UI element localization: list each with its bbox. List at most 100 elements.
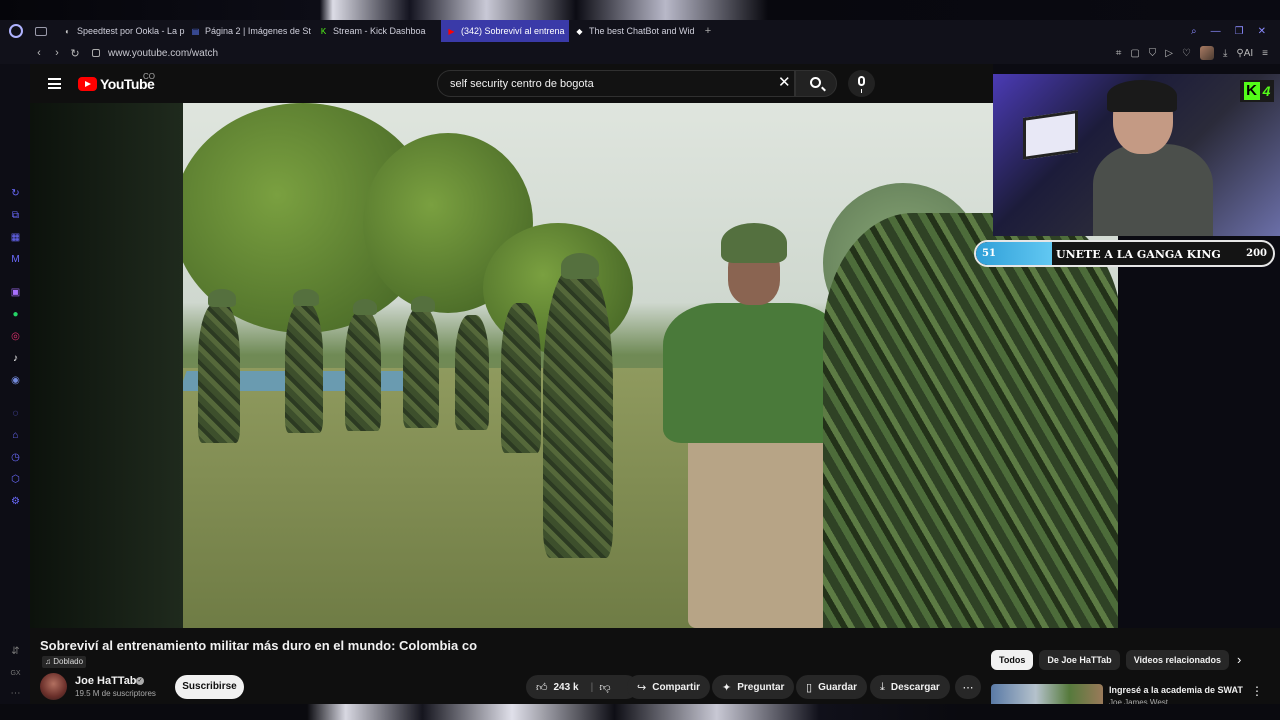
browser-tab[interactable]: K Stream - Kick Dashboa xyxy=(313,20,441,42)
related-video-title[interactable]: Ingresé a la academia de SWAT xyxy=(1109,685,1249,695)
sync-icon[interactable]: ↻ xyxy=(10,188,21,199)
channel-name[interactable]: Joe HaTTab xyxy=(75,675,137,687)
ai-label: AI xyxy=(1243,47,1254,59)
back-icon[interactable]: ‹ xyxy=(30,47,48,59)
search-query: self security centro de bogota xyxy=(450,77,594,90)
pinboard-icon[interactable]: ⌂ xyxy=(10,430,21,441)
filter-chip[interactable]: De Joe HaTTab xyxy=(1039,650,1120,670)
window-controls: ⌕ — ❐ ✕ xyxy=(1191,26,1266,37)
voice-search-button[interactable] xyxy=(848,70,875,97)
forward-icon[interactable]: › xyxy=(48,47,66,59)
clear-search-icon[interactable]: ✕ xyxy=(778,74,791,92)
browser-tab[interactable]: ◆ The best ChatBot and Wid xyxy=(569,20,697,42)
discord-icon[interactable]: ◉ xyxy=(10,375,21,386)
goal-current: 51 xyxy=(982,248,996,259)
search-input[interactable]: self security centro de bogota xyxy=(437,70,795,97)
search-button[interactable] xyxy=(795,70,837,97)
country-code: CO xyxy=(143,72,155,81)
subscriber-count: 19.5 M de suscriptores xyxy=(75,689,156,698)
share-label: Compartir xyxy=(652,681,701,693)
tab-favicon-icon: K xyxy=(320,26,327,36)
subscribe-button[interactable]: Suscribirse xyxy=(175,675,244,699)
save-button[interactable]: ▯ Guardar xyxy=(796,675,867,699)
like-icon[interactable]: 👍︎ xyxy=(536,681,548,694)
download-label: Descargar xyxy=(890,681,940,693)
restore-icon[interactable]: ❐ xyxy=(1235,26,1244,37)
ask-button[interactable]: ✦ Preguntar xyxy=(712,675,795,699)
download-icon[interactable]: ⤓ xyxy=(1223,48,1227,59)
soldier xyxy=(198,303,240,443)
hamburger-menu-icon[interactable] xyxy=(48,78,61,89)
goal-title: UNETE A LA GANGA KING xyxy=(1056,248,1221,261)
filter-chip[interactable]: Todos xyxy=(991,650,1034,670)
helmet xyxy=(293,289,319,306)
divider: | xyxy=(590,681,594,693)
extensions-sidebar-icon[interactable]: ⬡ xyxy=(10,474,21,485)
streamer-webcam: K 4 xyxy=(993,74,1280,236)
history-icon[interactable]: ◷ xyxy=(10,452,21,463)
gx-label-icon: GX xyxy=(10,670,21,677)
url-field[interactable]: www.youtube.com/watch xyxy=(108,48,218,59)
streamer-body xyxy=(1093,144,1213,236)
tiktok-icon[interactable]: ♪ xyxy=(10,353,21,364)
soldier xyxy=(285,303,323,433)
crypto-wallet-icon[interactable]: ⧉ xyxy=(10,210,21,221)
profile-avatar[interactable] xyxy=(1199,46,1214,60)
more-actions-button[interactable]: ⋯ xyxy=(955,675,981,699)
filter-chip[interactable]: Videos relacionados xyxy=(1125,650,1230,670)
browser-sidebar: ↻ ⧉ ▦ M ▣ ● ◎ ♪ ◉ ◌ ⌂ ◷ ⬡ ⚙ ⇵ GX ⋯ xyxy=(0,64,30,720)
mic-icon xyxy=(858,76,865,93)
lock-icon xyxy=(92,49,100,57)
video-player[interactable] xyxy=(30,103,1118,628)
close-window-icon[interactable]: ✕ xyxy=(1258,26,1266,37)
tab-label: Stream - Kick Dashboa xyxy=(333,26,426,36)
verified-icon: ✓ xyxy=(136,677,144,685)
shield-icon[interactable]: ⛉ xyxy=(1149,48,1157,59)
extensions-icon[interactable]: ▢ xyxy=(1130,48,1139,59)
heart-icon[interactable]: ♡ xyxy=(1182,48,1191,59)
messenger-icon[interactable]: M xyxy=(10,254,21,265)
channel-avatar[interactable] xyxy=(40,673,67,700)
kick-logo-icon: K xyxy=(1243,82,1260,100)
player-icon[interactable]: ◌ xyxy=(10,408,21,419)
save-label: Guardar xyxy=(818,681,857,693)
aria-ai-button[interactable]: ⚲AI xyxy=(1236,48,1253,59)
tab-label: Speedtest por Ookla - La p xyxy=(77,26,185,36)
more-icon[interactable]: ⋯ xyxy=(10,688,21,699)
news-icon[interactable]: ▦ xyxy=(10,232,21,243)
menu-icon[interactable]: ≡ xyxy=(1262,48,1268,59)
helmet xyxy=(561,253,599,279)
helmet xyxy=(208,289,236,307)
opera-logo-icon[interactable] xyxy=(9,24,23,38)
download-arrow-icon: ⤓ xyxy=(880,680,885,693)
new-tab-button[interactable]: + xyxy=(703,25,713,37)
browser-tab[interactable]: ▶ (342) Sobreviví al entrena xyxy=(441,20,569,42)
dislike-icon[interactable]: 👎︎ xyxy=(599,681,610,694)
snapshot-icon[interactable]: ⌗ xyxy=(1116,48,1122,59)
instagram-icon[interactable]: ◎ xyxy=(10,331,21,342)
kick-number: 4 xyxy=(1262,83,1271,99)
share-button[interactable]: ↪ Compartir xyxy=(627,675,711,699)
browser-tab[interactable]: ◐ Speedtest por Ookla - La p xyxy=(57,20,185,42)
settings-icon[interactable]: ⚙ xyxy=(10,496,21,507)
play-icon[interactable]: ▷ xyxy=(1165,48,1173,59)
video-frame[interactable] xyxy=(183,103,1118,628)
tab-favicon-icon: ◆ xyxy=(576,26,583,36)
whatsapp-icon[interactable]: ● xyxy=(10,309,21,320)
soldier xyxy=(345,311,381,431)
chevron-right-icon[interactable]: › xyxy=(1237,652,1241,667)
soldier xyxy=(455,315,489,430)
search-tabs-icon[interactable]: ⌕ xyxy=(1191,26,1197,37)
related-more-icon[interactable]: ⋮ xyxy=(1251,684,1263,698)
like-count[interactable]: 243 k xyxy=(554,682,579,693)
reload-icon[interactable]: ↻ xyxy=(66,47,84,60)
soldier xyxy=(501,303,541,453)
browser-tab[interactable]: ▤ Página 2 | Imágenes de St xyxy=(185,20,313,42)
workspaces-icon[interactable] xyxy=(35,26,47,36)
soldier xyxy=(543,268,613,558)
minimize-icon[interactable]: — xyxy=(1211,26,1221,37)
twitch-icon[interactable]: ▣ xyxy=(10,287,21,298)
download-button[interactable]: ⤓ Descargar xyxy=(870,675,950,699)
toolbar-right: ⌗ ▢ ⛉ ▷ ♡ ⤓ ⚲AI ≡ xyxy=(1116,46,1268,60)
gx-icon[interactable]: ⇵ xyxy=(10,646,21,657)
